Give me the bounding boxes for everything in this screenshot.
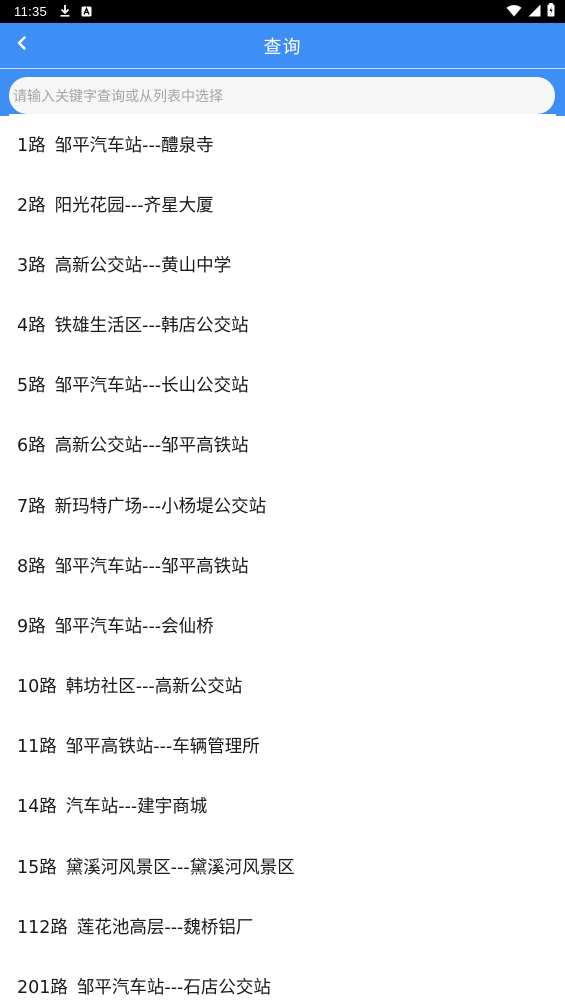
route-list-item[interactable]: 8路 邹平汽车站---邹平高铁站 xyxy=(9,535,556,595)
route-list-item[interactable]: 15路 黛溪河风景区---黛溪河风景区 xyxy=(9,836,556,896)
route-list-item[interactable]: 11路 邹平高铁站---车辆管理所 xyxy=(9,716,556,776)
route-name: 5路 xyxy=(17,376,46,397)
route-name: 3路 xyxy=(17,255,46,276)
route-stops: 汽车站---建宇商城 xyxy=(65,797,208,818)
route-list-item[interactable]: 6路 高新公交站---邹平高铁站 xyxy=(9,415,556,475)
route-name: 14路 xyxy=(17,797,57,818)
route-stops: 阳光花园---齐星大厦 xyxy=(54,195,214,216)
route-name: 4路 xyxy=(17,315,46,336)
status-bar: 11:35 xyxy=(0,0,565,23)
route-list-item[interactable]: 7路 新玛特广场---小杨堤公交站 xyxy=(9,475,556,535)
app-bar: 查询 xyxy=(0,23,565,68)
route-stops: 新玛特广场---小杨堤公交站 xyxy=(54,496,267,517)
status-left-icons xyxy=(59,2,92,21)
route-stops: 邹平汽车站---醴泉寺 xyxy=(54,135,214,156)
route-name: 6路 xyxy=(17,436,46,457)
route-list-item[interactable]: 9路 邹平汽车站---会仙桥 xyxy=(9,595,556,655)
route-stops: 邹平汽车站---会仙桥 xyxy=(54,616,214,637)
search-area xyxy=(0,69,565,116)
back-button[interactable] xyxy=(8,31,36,59)
route-name: 7路 xyxy=(17,496,46,517)
route-name: 2路 xyxy=(17,195,46,216)
route-stops: 邹平高铁站---车辆管理所 xyxy=(65,737,260,758)
route-stops: 邹平汽车站---石店公交站 xyxy=(76,978,271,999)
route-list-item[interactable]: 4路 铁雄生活区---韩店公交站 xyxy=(9,294,556,354)
route-list-body: 1路 邹平汽车站---醴泉寺 2路 阳光花园---齐星大厦 3路 高新公交站---黄山… xyxy=(9,114,556,1004)
route-stops: 高新公交站---黄山中学 xyxy=(54,255,232,276)
route-list: 1路 邹平汽车站---醴泉寺 2路 阳光花园---齐星大厦 3路 高新公交站---黄山… xyxy=(0,114,565,1004)
route-list-item[interactable]: 2路 阳光花园---齐星大厦 xyxy=(9,174,556,234)
route-stops: 黛溪河风景区---黛溪河风景区 xyxy=(65,857,295,878)
route-list-item[interactable]: 5路 邹平汽车站---长山公交站 xyxy=(9,355,556,415)
route-stops: 邹平汽车站---邹平高铁站 xyxy=(54,556,249,577)
route-name: 9路 xyxy=(17,616,46,637)
wifi-icon xyxy=(506,2,522,21)
route-list-item[interactable]: 201路 邹平汽车站---石店公交站 xyxy=(9,956,556,1004)
route-name: 15路 xyxy=(17,857,57,878)
route-stops: 莲花池高层---魏桥铝厂 xyxy=(76,917,254,938)
page-title: 查询 xyxy=(263,36,302,58)
route-stops: 韩坊社区---高新公交站 xyxy=(65,677,243,698)
chevron-left-icon xyxy=(15,35,29,55)
route-stops: 铁雄生活区---韩店公交站 xyxy=(54,315,249,336)
search-input[interactable] xyxy=(9,77,555,114)
route-list-item[interactable]: 3路 高新公交站---黄山中学 xyxy=(9,234,556,294)
route-name: 10路 xyxy=(17,677,57,698)
signal-icon xyxy=(528,2,541,21)
route-name: 1路 xyxy=(17,135,46,156)
route-name: 11路 xyxy=(17,737,57,758)
notification-app-icon xyxy=(81,2,92,21)
route-name: 201路 xyxy=(17,978,68,999)
status-right-icons xyxy=(506,2,555,21)
battery-icon xyxy=(547,2,555,21)
route-stops: 高新公交站---邹平高铁站 xyxy=(54,436,249,457)
route-list-item[interactable]: 1路 邹平汽车站---醴泉寺 xyxy=(9,114,556,174)
route-list-item[interactable]: 112路 莲花池高层---魏桥铝厂 xyxy=(9,896,556,956)
route-list-item[interactable]: 14路 汽车站---建宇商城 xyxy=(9,776,556,836)
status-time: 11:35 xyxy=(14,4,48,19)
route-list-item[interactable]: 10路 韩坊社区---高新公交站 xyxy=(9,656,556,716)
route-name: 8路 xyxy=(17,556,46,577)
route-name: 112路 xyxy=(17,917,68,938)
download-icon xyxy=(59,2,71,21)
route-stops: 邹平汽车站---长山公交站 xyxy=(54,376,249,397)
